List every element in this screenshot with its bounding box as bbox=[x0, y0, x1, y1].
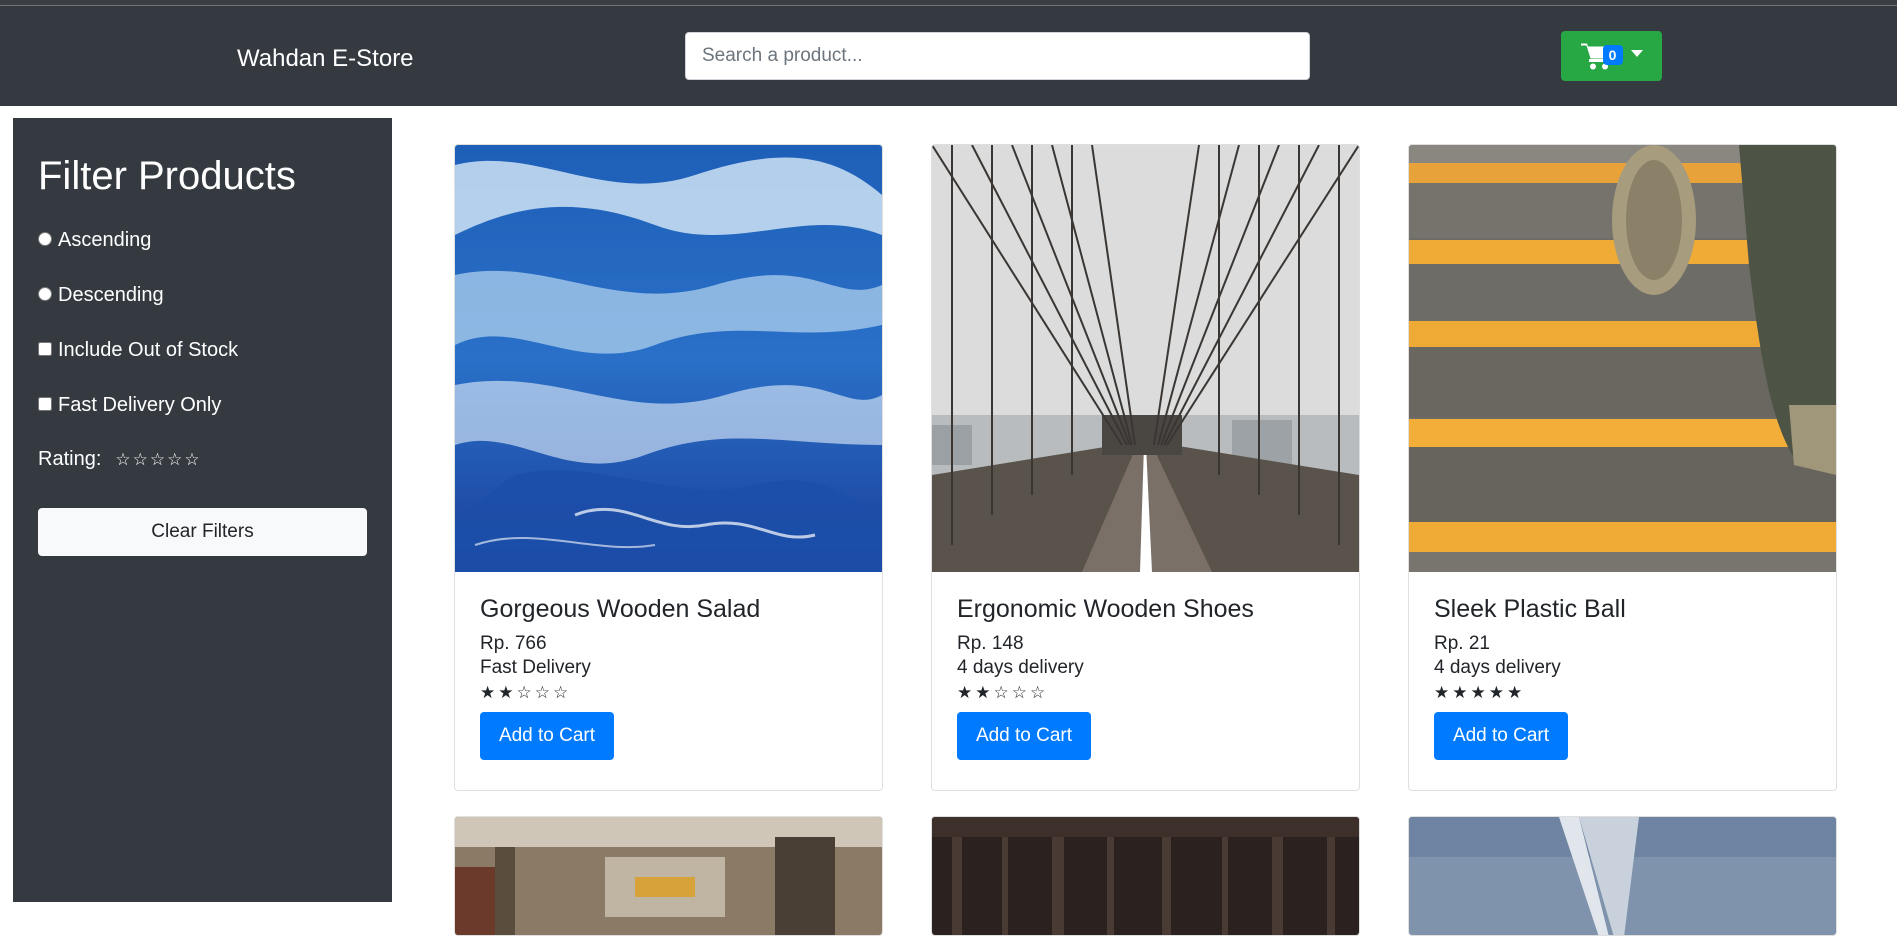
star-icon: ☆ bbox=[1030, 683, 1046, 702]
include-out-of-stock-option[interactable]: Include Out of Stock bbox=[38, 338, 238, 362]
star-icon[interactable]: ☆ bbox=[184, 450, 199, 470]
product-rating: ★ ★ ☆ ☆ ☆ bbox=[957, 683, 1334, 703]
star-icon: ★ bbox=[1470, 683, 1486, 702]
sort-descending-radio[interactable] bbox=[38, 287, 52, 301]
product-image-train-interior bbox=[455, 817, 882, 935]
product-price: Rp. 21 bbox=[1434, 633, 1490, 654]
star-icon: ★ bbox=[975, 683, 991, 702]
include-out-of-stock-checkbox[interactable] bbox=[38, 342, 52, 356]
top-navbar: Wahdan E-Store 0 bbox=[0, 6, 1897, 106]
product-price: Rp. 148 bbox=[957, 633, 1024, 654]
cart-count-badge: 0 bbox=[1602, 45, 1623, 65]
product-image-striped-stairs bbox=[1409, 145, 1836, 572]
product-image-dark-forest bbox=[932, 817, 1359, 935]
clear-filters-button[interactable]: Clear Filters bbox=[38, 508, 367, 556]
star-icon: ★ bbox=[1507, 683, 1523, 702]
delivery-info: Fast Delivery bbox=[480, 657, 591, 678]
fast-delivery-checkbox[interactable] bbox=[38, 397, 52, 411]
sort-ascending-option[interactable]: Ascending bbox=[38, 228, 151, 252]
product-image-ocean-waves bbox=[455, 145, 882, 572]
product-image-sky-tower bbox=[1409, 817, 1836, 935]
product-name: Gorgeous Wooden Salad bbox=[480, 595, 761, 623]
add-to-cart-button[interactable]: Add to Cart bbox=[480, 712, 614, 760]
star-icon: ★ bbox=[1452, 683, 1468, 702]
star-icon: ☆ bbox=[993, 683, 1009, 702]
star-icon: ☆ bbox=[553, 683, 569, 702]
delivery-info: 4 days delivery bbox=[1434, 657, 1561, 678]
option-label: Include Out of Stock bbox=[58, 339, 239, 361]
star-icon: ☆ bbox=[516, 683, 532, 702]
product-card-partial bbox=[931, 816, 1360, 936]
brand-title[interactable]: Wahdan E-Store bbox=[237, 44, 414, 74]
product-name: Ergonomic Wooden Shoes bbox=[957, 595, 1254, 623]
rating-stars: ☆ ☆ ☆ ☆ ☆ bbox=[115, 450, 199, 470]
product-image-suspension-bridge bbox=[932, 145, 1359, 572]
search-input[interactable] bbox=[685, 32, 1310, 80]
add-to-cart-button[interactable]: Add to Cart bbox=[957, 712, 1091, 760]
card-body: Ergonomic Wooden Shoes Rp. 148 4 days de… bbox=[932, 572, 1359, 782]
star-icon: ★ bbox=[498, 683, 514, 702]
product-rating: ★ ★ ★ ★ ★ bbox=[1434, 683, 1811, 703]
product-card: Ergonomic Wooden Shoes Rp. 148 4 days de… bbox=[931, 144, 1360, 791]
filter-sidebar: Filter Products Ascending Descending Inc… bbox=[13, 118, 392, 902]
star-icon: ★ bbox=[480, 683, 496, 702]
sort-descending-option[interactable]: Descending bbox=[38, 283, 164, 307]
product-card: Sleek Plastic Ball Rp. 21 4 days deliver… bbox=[1408, 144, 1837, 791]
sort-ascending-radio[interactable] bbox=[38, 232, 52, 246]
star-icon: ★ bbox=[1434, 683, 1450, 702]
card-body: Sleek Plastic Ball Rp. 21 4 days deliver… bbox=[1409, 572, 1836, 782]
card-body: Gorgeous Wooden Salad Rp. 766 Fast Deliv… bbox=[455, 572, 882, 782]
star-icon[interactable]: ☆ bbox=[133, 450, 148, 470]
star-icon[interactable]: ☆ bbox=[167, 450, 182, 470]
star-icon[interactable]: ☆ bbox=[115, 450, 130, 470]
filter-title: Filter Products bbox=[38, 154, 296, 198]
product-rating: ★ ★ ☆ ☆ ☆ bbox=[480, 683, 857, 703]
option-label: Ascending bbox=[58, 229, 152, 251]
star-icon[interactable]: ☆ bbox=[150, 450, 165, 470]
star-icon: ☆ bbox=[1011, 683, 1027, 702]
delivery-info: 4 days delivery bbox=[957, 657, 1084, 678]
product-card-partial bbox=[1408, 816, 1837, 936]
star-icon: ★ bbox=[1488, 683, 1504, 702]
chevron-down-icon bbox=[1630, 49, 1643, 57]
rating-label: Rating: bbox=[38, 448, 102, 470]
product-card-partial bbox=[454, 816, 883, 936]
option-label: Descending bbox=[58, 284, 164, 306]
star-icon: ☆ bbox=[534, 683, 550, 702]
rating-filter: Rating: ☆ ☆ ☆ ☆ ☆ bbox=[38, 448, 200, 471]
add-to-cart-button[interactable]: Add to Cart bbox=[1434, 712, 1568, 760]
option-label: Fast Delivery Only bbox=[58, 394, 222, 416]
star-icon: ★ bbox=[957, 683, 973, 702]
cart-dropdown-button[interactable]: 0 bbox=[1561, 31, 1662, 81]
product-price: Rp. 766 bbox=[480, 633, 547, 654]
product-card: Gorgeous Wooden Salad Rp. 766 Fast Deliv… bbox=[454, 144, 883, 791]
product-name: Sleek Plastic Ball bbox=[1434, 595, 1626, 623]
fast-delivery-option[interactable]: Fast Delivery Only bbox=[38, 393, 221, 417]
